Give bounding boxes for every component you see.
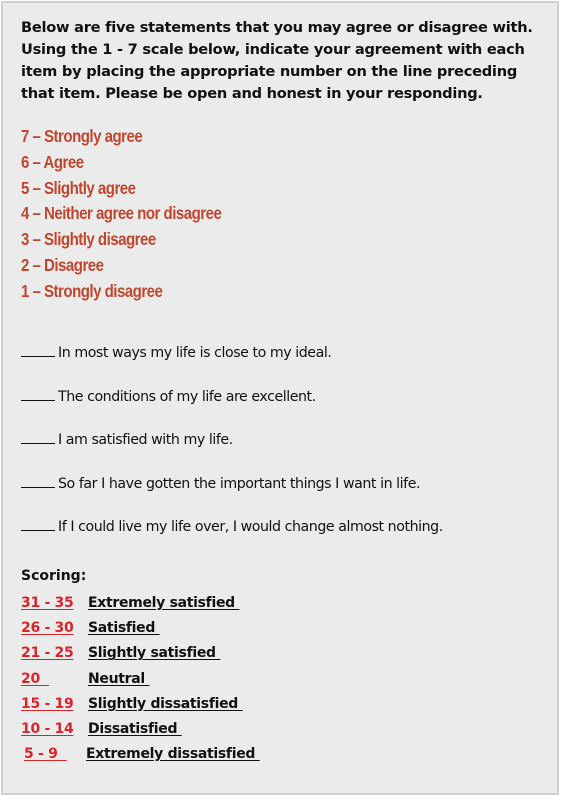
- score-range: 5 - 9: [24, 746, 67, 763]
- score-range: 31 - 35: [21, 595, 74, 611]
- statement-item: If I could live my life over, I would ch…: [21, 516, 443, 560]
- score-label: Slightly dissatisfied: [88, 695, 243, 712]
- questionnaire-page: Below are five statements that you may a…: [1, 1, 559, 795]
- statement-list: In most ways my life is close to my idea…: [21, 342, 443, 560]
- score-label: Slightly satisfied: [88, 645, 221, 662]
- answer-blank[interactable]: [21, 516, 55, 531]
- score-range: 26 - 30: [21, 620, 74, 637]
- score-label: Dissatisfied: [88, 720, 182, 737]
- scale-item-4: 4 – Neither agree nor disagree: [21, 203, 222, 224]
- statement-text: The conditions of my life are excellent.: [58, 388, 316, 405]
- scale-item-6: 6 – Agree: [21, 151, 84, 172]
- statement-text: I am satisfied with my life.: [58, 432, 233, 448]
- statement-item: The conditions of my life are excellent.: [21, 386, 443, 430]
- statement-text: If I could live my life over, I would ch…: [58, 519, 443, 535]
- score-range: 10 - 14: [21, 720, 74, 737]
- statement-item: So far I have gotten the important thing…: [21, 473, 443, 517]
- score-range: 15 - 19: [21, 695, 74, 712]
- scale-item-3: 3 – Slightly disagree: [21, 229, 156, 250]
- answer-blank[interactable]: [21, 473, 55, 488]
- score-range: 20: [21, 670, 50, 687]
- scale-item-5: 5 – Slightly agree: [21, 177, 136, 198]
- scale-item-1: 1 – Strongly disagree: [21, 280, 163, 301]
- scoring-title: Scoring:: [21, 568, 87, 584]
- statement-item: In most ways my life is close to my idea…: [21, 342, 443, 386]
- statement-item: I am satisfied with my life.: [21, 429, 443, 473]
- scale-item-7: 7 – Strongly agree: [21, 126, 143, 146]
- answer-blank[interactable]: [21, 342, 55, 357]
- agreement-scale: 7 – Strongly agree 6 – Agree 5 – Slightl…: [21, 124, 222, 305]
- answer-blank[interactable]: [21, 429, 55, 444]
- score-label: Satisfied: [88, 620, 160, 637]
- statement-text: So far I have gotten the important thing…: [58, 475, 421, 492]
- score-label: Extremely satisfied: [88, 595, 240, 611]
- instructions-text: Below are five statements that you may a…: [21, 19, 533, 102]
- score-range: 21 - 25: [21, 645, 74, 662]
- statement-text: In most ways my life is close to my idea…: [58, 345, 332, 361]
- scale-item-2: 2 – Disagree: [21, 254, 104, 275]
- score-label: Neutral: [88, 670, 150, 687]
- answer-blank[interactable]: [21, 386, 55, 401]
- score-label: Extremely dissatisfied: [86, 746, 260, 763]
